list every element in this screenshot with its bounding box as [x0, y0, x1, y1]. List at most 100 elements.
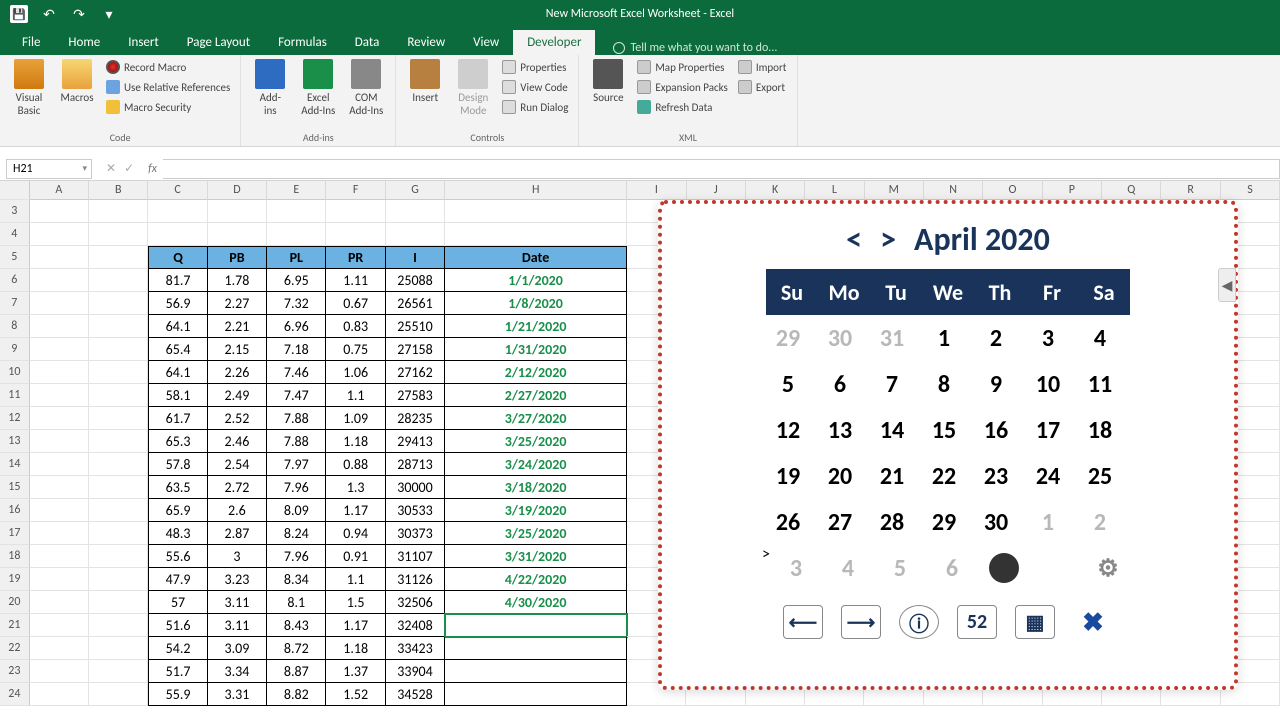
cell-A6[interactable]	[30, 269, 89, 292]
macros-button[interactable]: Macros	[56, 59, 98, 104]
cell-D6[interactable]: 1.78	[208, 269, 267, 292]
cell-G18[interactable]: 31107	[386, 545, 445, 568]
cell-G24[interactable]: 34528	[386, 683, 445, 706]
col-header-L[interactable]: L	[805, 181, 864, 200]
cell-B8[interactable]	[89, 315, 148, 338]
import-button[interactable]: Import	[736, 59, 789, 75]
cell-D22[interactable]: 3.09	[208, 637, 267, 660]
cell-F17[interactable]: 0.94	[326, 522, 385, 545]
cal-day-19[interactable]: 19	[762, 453, 814, 499]
cell-D21[interactable]: 3.11	[208, 614, 267, 637]
com-addins-button[interactable]: COM Add-Ins	[345, 59, 387, 117]
cell-H20[interactable]: 4/30/2020	[445, 591, 627, 614]
cal-day-27[interactable]: 27	[814, 499, 866, 545]
cell-H17[interactable]: 3/25/2020	[445, 522, 627, 545]
row-header-18[interactable]: 18	[0, 545, 30, 568]
cell-G9[interactable]: 27158	[386, 338, 445, 361]
name-box[interactable]: H21	[6, 159, 92, 179]
col-header-P[interactable]: P	[1043, 181, 1102, 200]
cal-day-21[interactable]: 21	[866, 453, 918, 499]
cal-day-24[interactable]: 24	[1022, 453, 1074, 499]
calendar-next-button[interactable]: >	[880, 220, 896, 259]
expansion-packs-button[interactable]: Expansion Packs	[635, 79, 729, 95]
cell-G7[interactable]: 26561	[386, 292, 445, 315]
cell-A3[interactable]	[30, 200, 89, 223]
cal-day-23[interactable]: 23	[970, 453, 1022, 499]
cell-G6[interactable]: 25088	[386, 269, 445, 292]
cell-D14[interactable]: 2.54	[208, 453, 267, 476]
col-header-A[interactable]: A	[30, 181, 89, 200]
cal-day-30[interactable]: 30	[970, 499, 1022, 545]
cell-B14[interactable]	[89, 453, 148, 476]
cell-A11[interactable]	[30, 384, 89, 407]
cell-C5[interactable]: Q	[148, 246, 207, 269]
cal-day-6[interactable]: 6	[926, 545, 978, 591]
col-header-O[interactable]: O	[983, 181, 1042, 200]
cal-day-31[interactable]: 31	[866, 315, 918, 361]
cell-E9[interactable]: 7.18	[267, 338, 326, 361]
tab-formulas[interactable]: Formulas	[264, 30, 341, 55]
cell-C9[interactable]: 65.4	[148, 338, 207, 361]
excel-addins-button[interactable]: Excel Add-Ins	[297, 59, 339, 117]
cell-C14[interactable]: 57.8	[148, 453, 207, 476]
cell-A9[interactable]	[30, 338, 89, 361]
row-header-21[interactable]: 21	[0, 614, 30, 637]
cell-B9[interactable]	[89, 338, 148, 361]
cell-C12[interactable]: 61.7	[148, 407, 207, 430]
cell-G8[interactable]: 25510	[386, 315, 445, 338]
cancel-icon[interactable]: ✕	[106, 161, 116, 176]
cell-D24[interactable]: 3.31	[208, 683, 267, 706]
cell-H3[interactable]	[445, 200, 627, 223]
tab-view[interactable]: View	[459, 30, 513, 55]
col-header-I[interactable]: I	[627, 181, 686, 200]
cell-B3[interactable]	[89, 200, 148, 223]
cell-E22[interactable]: 8.72	[267, 637, 326, 660]
col-header-M[interactable]: M	[865, 181, 924, 200]
cell-D15[interactable]: 2.72	[208, 476, 267, 499]
cal-day-5[interactable]: 5	[874, 545, 926, 591]
cell-A15[interactable]	[30, 476, 89, 499]
cell-D18[interactable]: 3	[208, 545, 267, 568]
cell-E23[interactable]: 8.87	[267, 660, 326, 683]
cell-H14[interactable]: 3/24/2020	[445, 453, 627, 476]
cell-F20[interactable]: 1.5	[326, 591, 385, 614]
cell-H10[interactable]: 2/12/2020	[445, 361, 627, 384]
enter-icon[interactable]: ✓	[124, 161, 134, 176]
row-header-13[interactable]: 13	[0, 430, 30, 453]
cell-B13[interactable]	[89, 430, 148, 453]
cell-B4[interactable]	[89, 223, 148, 246]
cal-day-14[interactable]: 14	[866, 407, 918, 453]
cell-A8[interactable]	[30, 315, 89, 338]
cell-D12[interactable]: 2.52	[208, 407, 267, 430]
cal-day-2[interactable]: 2	[1074, 499, 1126, 545]
cell-F24[interactable]: 1.52	[326, 683, 385, 706]
cal-settings-button[interactable]: ⚙	[1082, 545, 1134, 591]
cell-D4[interactable]	[208, 223, 267, 246]
addins-button[interactable]: Add- ins	[249, 59, 291, 117]
cell-B20[interactable]	[89, 591, 148, 614]
cell-D13[interactable]: 2.46	[208, 430, 267, 453]
cell-G5[interactable]: I	[386, 246, 445, 269]
cell-A21[interactable]	[30, 614, 89, 637]
cell-F18[interactable]: 0.91	[326, 545, 385, 568]
tab-file[interactable]: File	[8, 30, 54, 55]
cell-A23[interactable]	[30, 660, 89, 683]
cell-A16[interactable]	[30, 499, 89, 522]
cell-G22[interactable]: 33423	[386, 637, 445, 660]
cell-D9[interactable]: 2.15	[208, 338, 267, 361]
cal-day-7[interactable]: 7	[866, 361, 918, 407]
cell-A20[interactable]	[30, 591, 89, 614]
design-mode-button[interactable]: Design Mode	[452, 59, 494, 117]
cell-F19[interactable]: 1.1	[326, 568, 385, 591]
cell-E4[interactable]	[267, 223, 326, 246]
cell-D19[interactable]: 3.23	[208, 568, 267, 591]
cell-H5[interactable]: Date	[445, 246, 627, 269]
cell-G13[interactable]: 29413	[386, 430, 445, 453]
cell-B11[interactable]	[89, 384, 148, 407]
row-header-11[interactable]: 11	[0, 384, 30, 407]
col-header-E[interactable]: E	[267, 181, 326, 200]
cell-H18[interactable]: 3/31/2020	[445, 545, 627, 568]
cell-C8[interactable]: 64.1	[148, 315, 207, 338]
cell-F3[interactable]	[326, 200, 385, 223]
cell-E21[interactable]: 8.43	[267, 614, 326, 637]
